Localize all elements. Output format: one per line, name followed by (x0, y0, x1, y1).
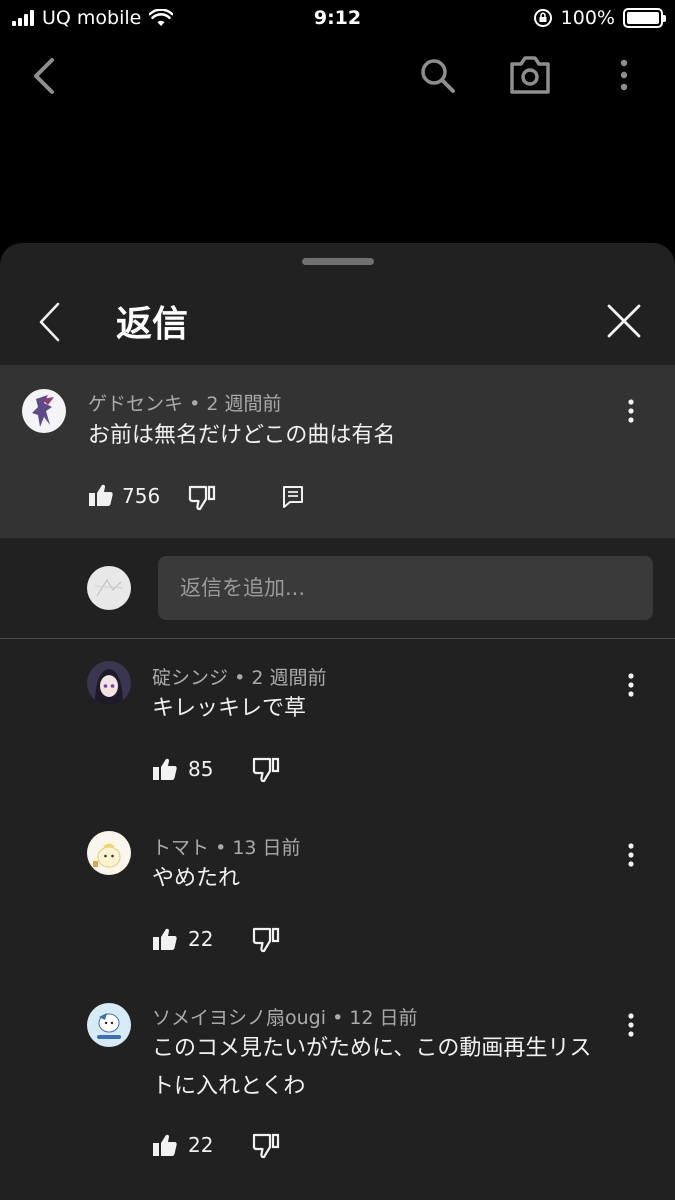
reply-comment: 碇シンジ • 2 週間前 キレッキレで草 (0, 653, 675, 813)
meta-separator: • (332, 1007, 344, 1029)
parent-comment: ゲドセンキ • 2 週間前 お前は無名だけどこの曲は有名 756 (0, 365, 675, 538)
my-avatar (87, 566, 131, 610)
reply-comment: ソメイヨシノ扇ougi • 12 日前 このコメ見たいがために、この動画再生リス… (0, 993, 675, 1193)
like-icon[interactable] (152, 927, 178, 951)
divider (0, 638, 675, 639)
drag-handle[interactable] (302, 258, 374, 265)
comment-age: 2 週間前 (206, 393, 282, 415)
dislike-icon[interactable] (188, 485, 216, 511)
comment-author[interactable]: ゲドセンキ (88, 393, 183, 415)
comment-author[interactable]: 碇シンジ (152, 667, 228, 689)
comment-text: やめたれ (152, 866, 241, 891)
avatar[interactable] (87, 661, 131, 705)
sheet-header: 返信 (0, 273, 675, 365)
replies-sheet: 返信 ゲドセンキ • 2 週間前 お前は無名だけどこの曲は有名 756 返信を追… (0, 243, 675, 1200)
comment-text-line-1: このコメ見たいがために、この動画再生リス (152, 1036, 592, 1061)
avatar-image-icon (94, 579, 124, 597)
more-vert-icon[interactable] (614, 58, 634, 94)
video-app-bar (0, 40, 675, 112)
like-icon[interactable] (152, 757, 178, 781)
like-count: 85 (188, 757, 214, 781)
back-icon[interactable] (36, 301, 62, 343)
more-vert-icon[interactable] (622, 1013, 640, 1039)
like-icon[interactable] (152, 1133, 178, 1157)
meta-separator: • (215, 837, 227, 859)
dislike-icon[interactable] (252, 757, 280, 783)
close-icon[interactable] (606, 303, 642, 339)
reply-input[interactable] (158, 556, 653, 620)
comment-age: 13 日前 (232, 837, 301, 859)
more-vert-icon[interactable] (622, 673, 640, 699)
sheet-title: 返信 (116, 304, 189, 345)
back-arrow-icon[interactable] (28, 56, 60, 96)
more-vert-icon[interactable] (622, 399, 640, 425)
more-vert-icon[interactable] (622, 843, 640, 869)
comment-text: キレッキレで草 (152, 696, 307, 721)
comment-author[interactable]: ソメイヨシノ扇ougi (152, 1007, 326, 1029)
battery-percent: 100% (560, 7, 615, 29)
comment-age: 12 日前 (349, 1007, 418, 1029)
avatar-image-icon (97, 1013, 121, 1039)
like-count: 22 (188, 927, 214, 951)
like-count: 22 (188, 1133, 214, 1157)
meta-separator: • (189, 393, 201, 415)
avatar-image-icon (95, 669, 123, 705)
search-icon[interactable] (418, 56, 458, 96)
like-count: 756 (122, 484, 161, 508)
meta-separator: • (234, 667, 246, 689)
comment-text-line-2: トに入れとくわ (152, 1074, 306, 1099)
comment-author[interactable]: トマト (152, 837, 209, 859)
avatar[interactable] (87, 1003, 131, 1047)
camera-icon[interactable] (508, 54, 552, 96)
reply-input-bar (0, 538, 675, 638)
dislike-icon[interactable] (252, 927, 280, 953)
status-bar: UQ mobile 9:12 100% (0, 0, 675, 38)
reply-comment: トマト • 13 日前 やめたれ (0, 823, 675, 983)
avatar-image-icon (32, 395, 54, 427)
reply-icon[interactable] (282, 485, 304, 509)
battery-icon (623, 8, 666, 28)
avatar[interactable] (22, 389, 66, 433)
avatar[interactable] (87, 831, 131, 875)
like-icon[interactable] (88, 483, 114, 507)
avatar-image-icon (93, 843, 121, 868)
rotation-lock-icon (533, 9, 552, 27)
dislike-icon[interactable] (252, 1133, 280, 1159)
comment-age: 2 週間前 (251, 667, 327, 689)
comment-text: お前は無名だけどこの曲は有名 (88, 423, 396, 448)
